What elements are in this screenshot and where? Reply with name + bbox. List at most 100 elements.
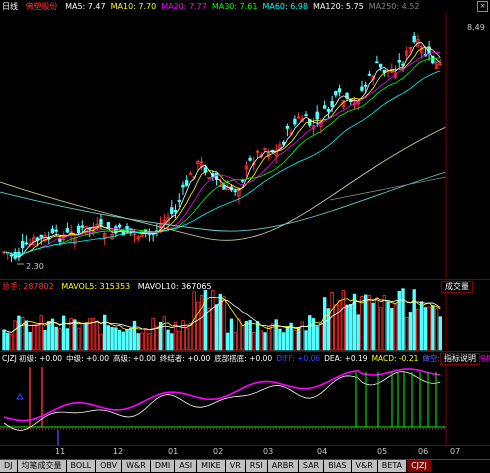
volume-indicator-button[interactable]: 成交量 xyxy=(441,281,473,293)
volume-bar xyxy=(39,315,43,351)
candle xyxy=(248,157,252,161)
x-axis-label: 11 xyxy=(55,447,66,456)
ma-legend-item: MA30: 7.61 xyxy=(211,2,258,11)
volume-bar xyxy=(337,300,342,351)
moving-average-line xyxy=(3,57,441,256)
indicator-legend-item: DEA: +0.19 xyxy=(324,354,368,363)
volume-bar xyxy=(6,332,10,351)
volume-bar xyxy=(222,296,226,351)
x-axis-label: 12 xyxy=(113,447,124,456)
volume-bar xyxy=(20,316,25,351)
tab-sar[interactable]: SAR xyxy=(298,460,324,472)
candle xyxy=(326,109,331,112)
tab-asi[interactable]: ASI xyxy=(175,460,197,472)
candle xyxy=(9,254,14,257)
volume-bar xyxy=(114,327,118,351)
candle xyxy=(412,35,416,43)
volume-bar xyxy=(196,301,200,351)
tab-cjzj[interactable]: CJZJ xyxy=(407,460,431,472)
stock-name: 佛塑股份 xyxy=(25,2,58,11)
candle xyxy=(315,111,319,120)
volume-bar xyxy=(99,333,103,351)
tab-arbr[interactable]: ARBR xyxy=(267,460,298,472)
indicator-legend-item: 终结者: +0.00 xyxy=(159,354,211,363)
volume-bar xyxy=(65,328,70,351)
close-icon[interactable]: × xyxy=(477,1,488,12)
candle xyxy=(293,118,297,125)
volume-bar xyxy=(17,315,21,351)
volume-bar xyxy=(386,301,390,351)
volume-bar xyxy=(252,331,256,351)
candle xyxy=(375,61,379,64)
indicator-pane xyxy=(0,367,446,445)
volume-bar xyxy=(416,308,420,351)
tab-[interactable]: 均笔成交量 xyxy=(17,460,66,472)
volume-bar xyxy=(259,330,263,351)
x-axis-label: 03 xyxy=(263,447,274,456)
volume-bar xyxy=(367,294,372,351)
volume-bar xyxy=(2,329,6,351)
tab-vr[interactable]: VR xyxy=(225,460,245,472)
tab-wr[interactable]: W&R xyxy=(122,460,150,472)
total-volume: 总手: 287802 xyxy=(2,282,54,291)
volume-bar xyxy=(117,329,122,351)
ma-legend-item: MA250: 4.52 xyxy=(368,2,420,11)
candle xyxy=(233,190,237,193)
volume-bar xyxy=(233,332,237,351)
volume-bar xyxy=(334,304,338,351)
ma-legend-item: MA60: 6.98 xyxy=(262,2,309,11)
volume-bar xyxy=(281,332,286,351)
tab-beta[interactable]: BETA xyxy=(377,460,407,472)
period-label[interactable]: 日线 xyxy=(2,2,18,11)
volume-bar xyxy=(322,297,327,351)
candle xyxy=(99,219,103,225)
volume-bar xyxy=(308,315,312,351)
volume-bar xyxy=(237,318,241,351)
tab-vr[interactable]: V&R xyxy=(351,460,377,472)
volume-bar xyxy=(408,312,413,351)
volume-bar xyxy=(315,326,319,351)
volume-bar xyxy=(50,318,55,351)
volume-bar xyxy=(185,327,189,351)
volume-bar xyxy=(375,298,379,351)
arrow-icon xyxy=(16,393,24,400)
volume-pane xyxy=(2,288,442,351)
volume-bar xyxy=(360,296,364,351)
tab-bias[interactable]: BIAS xyxy=(324,460,351,472)
tab-boll[interactable]: BOLL xyxy=(66,460,96,472)
volume-bar xyxy=(345,304,349,351)
volume-bar xyxy=(285,326,290,351)
candle xyxy=(360,86,364,91)
volume-bar xyxy=(267,325,271,351)
volume-bar xyxy=(76,327,81,351)
volume-bar xyxy=(434,308,439,351)
candle xyxy=(50,228,55,234)
ma250-line xyxy=(329,176,447,201)
candle xyxy=(367,73,372,76)
candle xyxy=(304,114,308,117)
candle xyxy=(185,180,189,186)
moving-average-line xyxy=(3,70,441,256)
tab-mike[interactable]: MIKE xyxy=(197,460,225,472)
candle xyxy=(58,238,62,243)
volume-bar xyxy=(58,328,62,351)
candle xyxy=(65,228,70,233)
tab-obv[interactable]: OBV xyxy=(96,460,122,472)
tab-rsi[interactable]: RSI xyxy=(245,460,267,472)
volume-bar xyxy=(125,329,129,351)
low-price-mark: 2.30 xyxy=(26,262,44,271)
volume-bar xyxy=(147,333,152,351)
pane-separator xyxy=(0,279,490,280)
tab-dmi[interactable]: DMI xyxy=(150,460,175,472)
volume-bar xyxy=(203,290,208,351)
volume-bar xyxy=(102,314,107,351)
tab-dj[interactable]: DJ xyxy=(0,460,17,472)
candle xyxy=(170,207,174,214)
x-axis-label: 05 xyxy=(377,447,388,456)
volume-bar xyxy=(35,322,40,351)
volume-bar xyxy=(170,333,174,351)
indicator-tabs: DJ 均笔成交量 BOLL OBV W&R DMI ASI MIKE VR RSI ARBR SAR B… xyxy=(0,459,490,473)
indicator-help-button[interactable]: 指标说明 xyxy=(440,353,480,365)
ma-legend-item: MA5: 7.47 xyxy=(65,2,106,11)
indicator-legend-item: MACD: -0.21 xyxy=(371,354,419,363)
